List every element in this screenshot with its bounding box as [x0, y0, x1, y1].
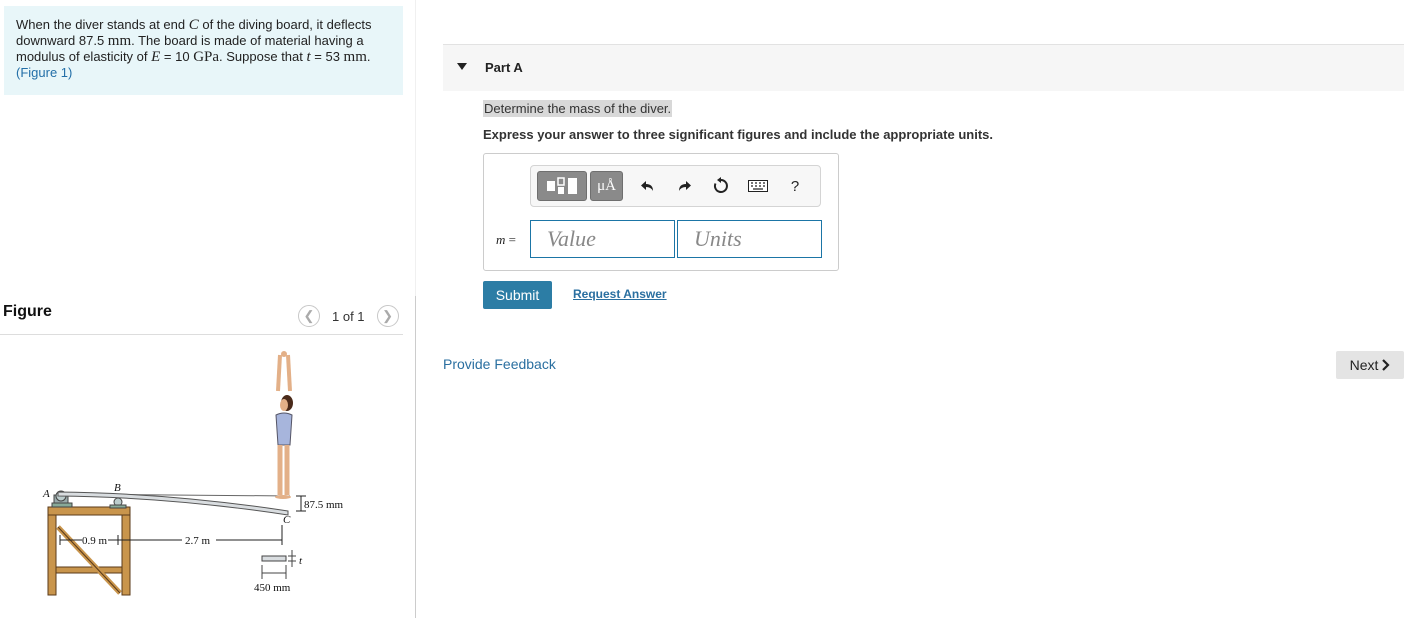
- variable-e: E: [151, 49, 161, 65]
- keyboard-icon[interactable]: [745, 173, 771, 199]
- label-a: A: [42, 488, 50, 500]
- panel-divider: [415, 296, 416, 618]
- chevron-right-icon: [1382, 359, 1390, 371]
- collapse-triangle-icon[interactable]: [457, 63, 467, 70]
- panel-divider: [415, 0, 416, 296]
- answer-variable-label: m =: [496, 232, 516, 248]
- value-input[interactable]: Value: [530, 220, 675, 258]
- unit-mm: mm: [343, 49, 367, 65]
- roller-support-b: [109, 497, 127, 509]
- span-ab-label: 0.9 m: [82, 535, 108, 547]
- thickness-label: t: [299, 555, 303, 567]
- problem-text: .: [366, 49, 371, 64]
- equals-sign: =: [505, 232, 516, 247]
- figure-counter: 1 of 1: [332, 308, 365, 324]
- label-c: C: [283, 514, 291, 526]
- divider: [0, 334, 403, 335]
- answer-variable: m: [496, 232, 506, 247]
- unit-mm: mm: [107, 33, 132, 49]
- question-text: Determine the mass of the diver.: [483, 100, 673, 117]
- left-panel: When the diver stands at end C of the di…: [0, 0, 415, 618]
- redo-icon[interactable]: [671, 173, 697, 199]
- problem-text: When the diver stands at end: [16, 17, 189, 32]
- chevron-right-icon[interactable]: ❯: [376, 305, 399, 327]
- problem-statement: When the diver stands at end C of the di…: [4, 6, 403, 95]
- width-label: 450 mm: [254, 582, 291, 594]
- span-bc-label: 2.7 m: [185, 535, 211, 547]
- undo-icon[interactable]: [635, 173, 661, 199]
- instruction-text: Express your answer to three significant…: [483, 127, 993, 142]
- chevron-left-icon[interactable]: ❮: [298, 305, 320, 327]
- part-a-header[interactable]: Part A: [443, 44, 1404, 91]
- variable-c: C: [188, 17, 199, 33]
- figure-pager: ❮ 1 of 1 ❯: [298, 305, 399, 327]
- request-answer-link[interactable]: Request Answer: [573, 287, 667, 301]
- unit-gpa: GPa: [193, 49, 220, 65]
- problem-text: . Suppose that: [219, 49, 307, 64]
- help-button[interactable]: ?: [782, 173, 808, 199]
- part-title: Part A: [485, 60, 523, 75]
- units-button[interactable]: μÅ: [590, 171, 623, 201]
- label-b: B: [114, 482, 121, 494]
- diver-illustration: [275, 351, 293, 499]
- problem-text: = 10: [160, 49, 194, 64]
- figure-link[interactable]: (Figure 1): [16, 65, 72, 80]
- diving-board-figure: A B C 87.5 mm 0.9 m 2.7 m t 450 mm: [42, 351, 344, 596]
- submit-button[interactable]: Submit: [483, 281, 552, 309]
- next-label: Next: [1349, 357, 1379, 373]
- cross-section: [261, 550, 296, 579]
- units-input[interactable]: Units: [677, 220, 822, 258]
- problem-text: = 53: [310, 49, 344, 64]
- support-frame: [47, 506, 131, 596]
- reset-icon[interactable]: [708, 173, 734, 199]
- figure-heading: Figure: [3, 303, 52, 320]
- provide-feedback-link[interactable]: Provide Feedback: [443, 356, 556, 372]
- answer-box: μÅ ? m = Value Units: [483, 153, 839, 271]
- deflection-label: 87.5 mm: [304, 499, 344, 511]
- next-button[interactable]: Next: [1336, 351, 1404, 379]
- math-toolbar: μÅ ?: [530, 165, 821, 207]
- templates-icon[interactable]: [537, 171, 587, 201]
